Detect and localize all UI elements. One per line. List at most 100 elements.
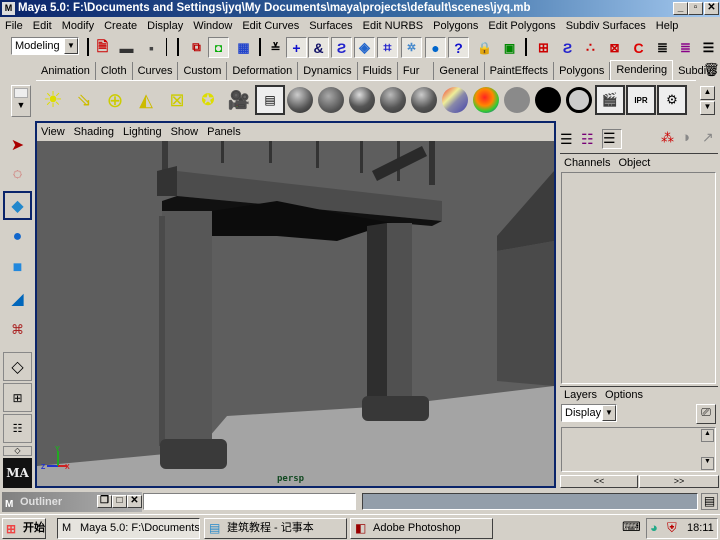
arrow-icon[interactable]: ↗	[702, 129, 714, 146]
taskbar-item-notepad[interactable]: ▤ 建筑教程 - 记事本	[204, 518, 347, 539]
layer-list[interactable]: ▲ ▼	[561, 427, 716, 472]
tab-general[interactable]: General	[434, 62, 485, 80]
menu-file[interactable]: File	[5, 20, 23, 32]
shelf-scroll-up-button[interactable]: ▲	[700, 86, 715, 100]
scroll-down-button[interactable]: ▼	[701, 457, 714, 470]
directional-light-icon[interactable]: ⇘	[69, 85, 99, 115]
lasso-tool-icon[interactable]: ◌	[3, 160, 32, 189]
keyboard-icon[interactable]: ⌨	[622, 519, 641, 535]
tab-painteffects[interactable]: PaintEffects	[485, 62, 555, 80]
volume-light-icon[interactable]: ✪	[193, 85, 223, 115]
chevron-down-icon[interactable]: ▼	[602, 405, 616, 421]
snap-curve-icon[interactable]: Ƨ	[557, 37, 578, 58]
tab-cloth[interactable]: Cloth	[96, 62, 133, 80]
shelf-menu-button[interactable]: ▼	[11, 85, 31, 117]
channel-layer-icon[interactable]: ☰	[602, 129, 622, 149]
open-scene-icon[interactable]: ▬	[116, 37, 137, 58]
new-scene-icon[interactable]: 🗎	[92, 37, 113, 58]
tab-fluids[interactable]: Fluids	[358, 62, 398, 80]
ambient-light-icon[interactable]: ☀	[38, 85, 68, 115]
four-view-layout-icon[interactable]: ⊞	[3, 383, 32, 412]
attribute-editor-icon[interactable]: ⁂	[661, 130, 674, 146]
viewport-menu-view[interactable]: View	[41, 126, 65, 138]
maximize-button[interactable]: □	[112, 495, 127, 508]
outliner-minimized-window[interactable]: M Outliner ❐ □ ✕	[2, 492, 142, 512]
snap-view-plane-icon[interactable]: ⊠	[604, 37, 625, 58]
tool-settings-icon[interactable]: ◑	[681, 129, 690, 146]
tab-rendering[interactable]: Rendering	[610, 60, 674, 80]
use-background-icon[interactable]	[533, 85, 563, 115]
menu-create[interactable]: Create	[104, 20, 137, 32]
channel-box-icon[interactable]: ☰	[560, 131, 573, 148]
surface-shader-icon[interactable]	[502, 85, 532, 115]
scroll-up-button[interactable]: ▲	[701, 429, 714, 442]
perspective-viewport[interactable]: View Shading Lighting Show Panels Z Y X …	[35, 121, 556, 488]
command-input[interactable]	[143, 493, 356, 510]
outliner-persp-layout-icon[interactable]: ☷	[3, 414, 32, 443]
select-curves-icon[interactable]: Ƨ	[331, 37, 352, 58]
construction-history-icon[interactable]: ☰	[698, 37, 719, 58]
antivirus-shield-icon[interactable]: ⛨	[667, 520, 677, 536]
phong-material-icon[interactable]	[347, 85, 377, 115]
select-tool-icon[interactable]: ➤	[3, 130, 32, 159]
menu-options[interactable]: Options	[605, 389, 643, 401]
select-dynamics-icon[interactable]: ✲	[401, 37, 422, 58]
history-input-icon[interactable]: ≣	[652, 37, 673, 58]
viewport-menu-show[interactable]: Show	[171, 126, 199, 138]
layout-icon[interactable]: ◇	[3, 446, 32, 456]
layered-shader-icon[interactable]	[440, 85, 470, 115]
channel-list[interactable]	[561, 172, 716, 384]
select-surfaces-icon[interactable]: ◈	[354, 37, 375, 58]
select-joints-icon[interactable]: &	[308, 37, 329, 58]
menu-edit[interactable]: Edit	[33, 20, 52, 32]
select-rendering-icon[interactable]: ●	[425, 37, 446, 58]
scene-render[interactable]: Z Y X persp	[37, 141, 554, 486]
tab-fur[interactable]: Fur	[398, 62, 435, 80]
viewport-menu-panels[interactable]: Panels	[207, 126, 241, 138]
mode-select[interactable]: Modeling ▼	[11, 37, 79, 55]
next-layer-button[interactable]: >>	[639, 475, 719, 488]
single-perspective-layout-icon[interactable]: ◇	[3, 352, 32, 381]
area-light-icon[interactable]: ⊠	[162, 85, 192, 115]
select-handles-icon[interactable]: +	[286, 37, 307, 58]
make-live-icon[interactable]: C	[628, 37, 649, 58]
close-button[interactable]: ✕	[127, 495, 142, 508]
ramp-shader-icon[interactable]	[471, 85, 501, 115]
chevron-down-icon[interactable]: ▼	[64, 38, 78, 54]
create-layer-icon[interactable]: ⎚	[696, 404, 716, 424]
snap-grid-icon[interactable]: ⊞	[533, 37, 554, 58]
tab-animation[interactable]: Animation	[36, 62, 96, 80]
menu-window[interactable]: Window	[193, 20, 232, 32]
lock-selection-icon[interactable]: 🔒	[474, 37, 495, 58]
point-light-icon[interactable]: ⊕	[100, 85, 130, 115]
move-tool-icon[interactable]: ◆	[3, 191, 32, 220]
trash-icon[interactable]: 🗑	[703, 62, 720, 78]
anisotropic-material-icon[interactable]	[409, 85, 439, 115]
render-current-frame-icon[interactable]: 🎬	[595, 85, 625, 115]
maximize-button[interactable]: ▫	[688, 2, 703, 15]
manipulator-tool-icon[interactable]: ◢	[3, 284, 32, 313]
lambert-material-icon[interactable]	[316, 85, 346, 115]
layer-display-select[interactable]: Display ▼	[561, 404, 617, 422]
select-deformations-icon[interactable]: ⌗	[377, 37, 398, 58]
select-object-icon[interactable]: ◘	[208, 37, 229, 58]
menu-layers[interactable]: Layers	[564, 389, 597, 401]
filter-icon[interactable]: ≚	[265, 37, 286, 58]
tab-polygons[interactable]: Polygons	[554, 62, 611, 80]
viewport-menu-shading[interactable]: Shading	[74, 126, 114, 138]
spot-light-icon[interactable]: ◭	[131, 85, 161, 115]
viewport-menu-lighting[interactable]: Lighting	[123, 126, 162, 138]
highlight-selection-icon[interactable]: ▣	[499, 37, 520, 58]
restore-button[interactable]: ❐	[97, 495, 112, 508]
menu-modify[interactable]: Modify	[62, 20, 94, 32]
snap-point-icon[interactable]: ∴	[580, 37, 601, 58]
start-button[interactable]: ⊞ 开始	[2, 518, 46, 539]
render-globals-icon[interactable]: ⚙	[657, 85, 687, 115]
menu-display[interactable]: Display	[147, 20, 183, 32]
tab-curves[interactable]: Curves	[133, 62, 179, 80]
blinn-material-icon[interactable]	[285, 85, 315, 115]
network-icon[interactable]: ◕	[650, 520, 658, 535]
menu-help[interactable]: Help	[656, 20, 679, 32]
select-misc-icon[interactable]: ?	[448, 37, 469, 58]
menu-channels[interactable]: Channels	[564, 157, 610, 169]
